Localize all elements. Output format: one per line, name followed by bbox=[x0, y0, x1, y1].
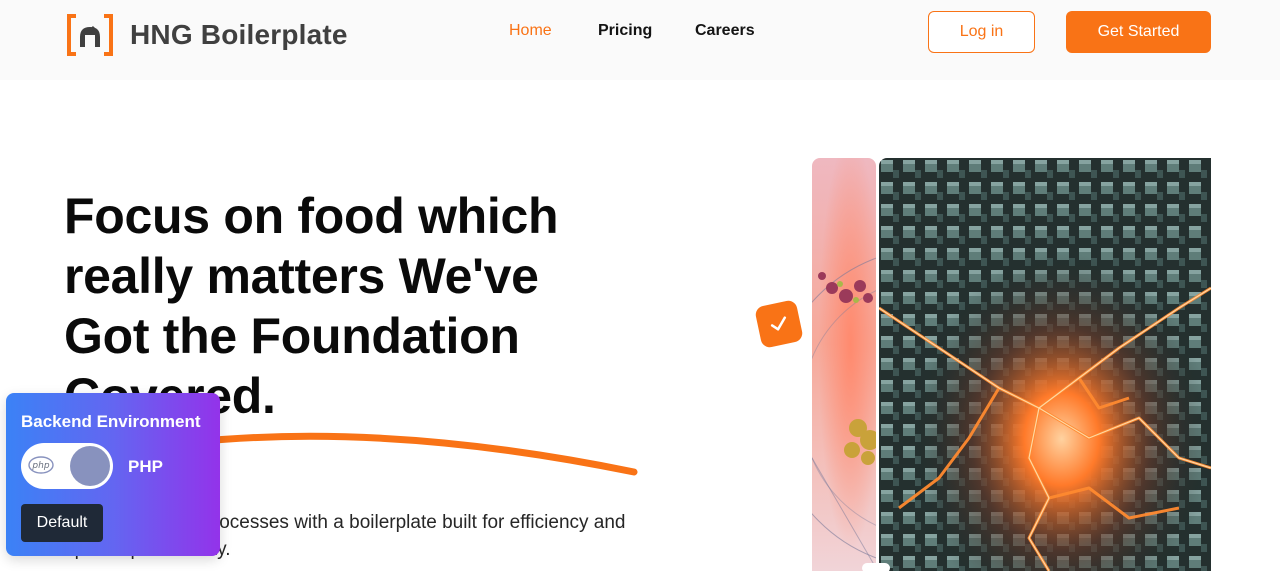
backend-environment-panel: Backend Environment php PHP Default bbox=[6, 393, 220, 556]
toggle-knob[interactable] bbox=[70, 446, 110, 486]
hero-underline-decoration bbox=[190, 432, 638, 476]
check-icon bbox=[770, 316, 787, 331]
nav-pricing[interactable]: Pricing bbox=[598, 22, 652, 40]
nav-home[interactable]: Home bbox=[509, 22, 552, 40]
nav-careers[interactable]: Careers bbox=[695, 22, 755, 40]
hero-image-city-cracks bbox=[879, 158, 1211, 571]
default-button[interactable]: Default bbox=[21, 504, 103, 542]
check-badge bbox=[754, 299, 804, 349]
svg-text:php: php bbox=[31, 461, 49, 471]
selected-language-label: PHP bbox=[128, 457, 163, 476]
get-started-button[interactable]: Get Started bbox=[1066, 11, 1211, 53]
hero-title: Focus on food which really matters We've… bbox=[64, 188, 559, 424]
login-button[interactable]: Log in bbox=[928, 11, 1035, 53]
carousel-indicator[interactable] bbox=[862, 563, 890, 571]
environment-toggle[interactable]: php bbox=[21, 443, 113, 489]
site-header: HNG Boilerplate Home Pricing Careers Log… bbox=[0, 0, 1280, 80]
php-logo-icon: php bbox=[28, 456, 54, 474]
hero-image-organic bbox=[812, 158, 876, 571]
backend-environment-title: Backend Environment bbox=[21, 412, 201, 431]
